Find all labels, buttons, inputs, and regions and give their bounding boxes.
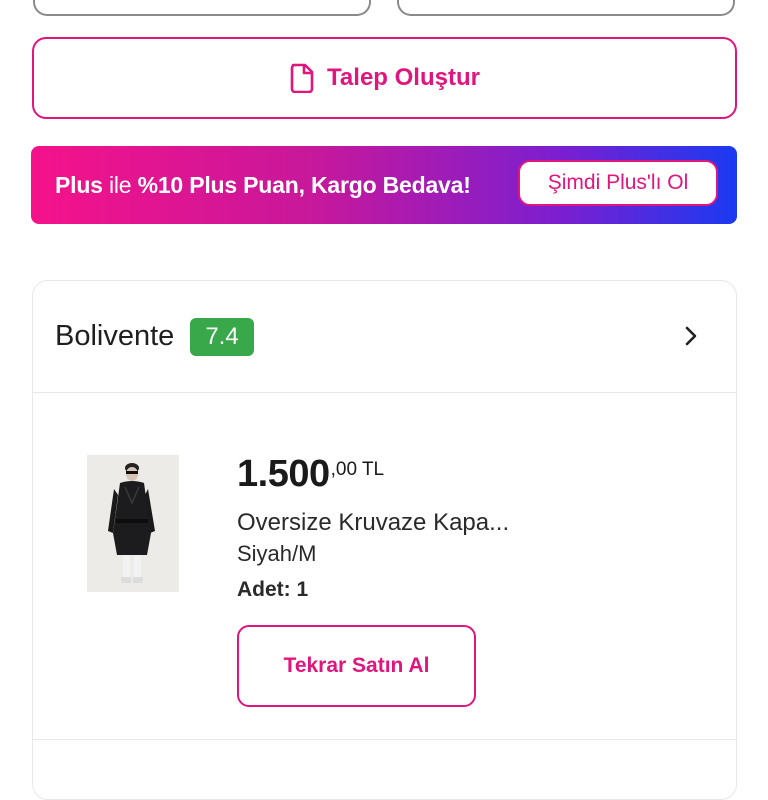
product-image[interactable] — [87, 455, 179, 592]
plus-offer: %10 Plus Puan, Kargo Bedava! — [137, 171, 471, 198]
create-request-label: Talep Oluştur — [327, 64, 480, 91]
plus-ile: ile — [102, 171, 138, 198]
top-right-button[interactable] — [397, 0, 735, 16]
top-left-button[interactable] — [33, 0, 371, 16]
join-plus-button[interactable]: Şimdi Plus'lı Ol — [518, 160, 718, 206]
plus-promo-banner: Plus ile %10 Plus Puan, Kargo Bedava! Şi… — [31, 146, 737, 224]
plus-promo-text: Plus ile %10 Plus Puan, Kargo Bedava! — [55, 172, 471, 199]
buy-again-button[interactable]: Tekrar Satın Al — [237, 625, 476, 707]
card-divider — [33, 739, 736, 740]
order-seller-card: Bolivente 7.4 1.500 ,00 TL Oversize Kruv… — [32, 280, 737, 800]
chevron-right-icon[interactable] — [684, 325, 698, 352]
seller-header[interactable]: Bolivente 7.4 — [33, 281, 736, 393]
seller-name: Bolivente — [55, 320, 175, 352]
product-quantity: Adet: 1 — [237, 578, 309, 601]
price-main: 1.500 — [237, 453, 330, 495]
create-request-button[interactable]: Talep Oluştur — [32, 37, 737, 119]
document-icon — [289, 63, 315, 93]
product-variant: Siyah/M — [237, 541, 317, 566]
product-price: 1.500 ,00 TL — [237, 453, 384, 496]
product-name[interactable]: Oversize Kruvaze Kapa... — [237, 509, 509, 537]
plus-word: Plus — [55, 171, 103, 198]
price-fraction: ,00 TL — [330, 459, 385, 480]
seller-score-badge: 7.4 — [190, 317, 254, 356]
